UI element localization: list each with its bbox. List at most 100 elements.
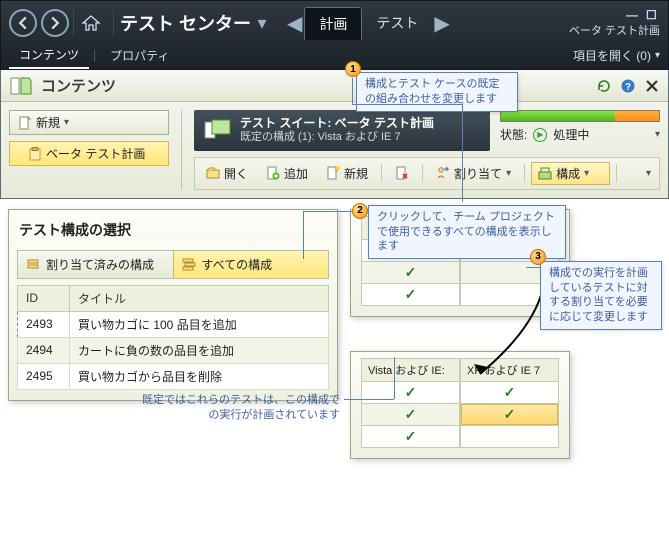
callout-1-text: 構成とテスト ケースの既定の組み合わせを変更します (365, 78, 500, 105)
dialog-title: テスト構成の選択 (19, 220, 329, 240)
panel-title: コンテンツ (41, 75, 116, 96)
table-row[interactable]: 2494 カートに負の数の品目を追加 (18, 337, 329, 363)
matrix-cell[interactable] (460, 426, 559, 448)
stack-icon (26, 257, 40, 271)
new-file-icon (18, 116, 32, 130)
tab-prev-icon[interactable]: ◀ (285, 11, 304, 36)
new-label: 新規 (344, 165, 368, 182)
suite-subtitle: 既定の構成 (1): Vista および IE 7 (240, 131, 434, 145)
suite-icon (204, 118, 232, 142)
config-button[interactable]: 構成 ▾ (531, 162, 610, 185)
callout-2-text: クリックして、チーム プロジェクトで使用できるすべての構成を表示します (377, 211, 555, 253)
maximize-button[interactable]: ☐ (646, 8, 660, 20)
cell-id: 2494 (18, 337, 70, 363)
refresh-icon[interactable] (596, 78, 612, 94)
matrix-cell[interactable]: ✓ (361, 404, 460, 426)
check-icon: ✓ (405, 264, 417, 281)
filter-all-label: すべての構成 (202, 256, 273, 273)
matrix-col-2[interactable]: XP および IE 7 (460, 358, 559, 382)
tab-next-icon[interactable]: ▶ (432, 11, 451, 36)
minimize-button[interactable]: — (626, 8, 640, 20)
callout-badge-3: 3 (530, 249, 546, 265)
play-icon: ▶ (533, 128, 547, 142)
nav-forward-button[interactable] (41, 9, 69, 37)
callout-badge-1: 1 (345, 61, 361, 77)
filter-all-tab[interactable]: すべての構成 (173, 251, 329, 278)
cell-title: カートに負の数の品目を追加 (70, 337, 329, 363)
toolbar-overflow-icon[interactable]: ▾ (642, 168, 655, 179)
filter-assigned-label: 割り当て済みの構成 (46, 256, 154, 273)
matrix-cell[interactable]: ✓ (361, 284, 460, 306)
subtab-contents[interactable]: コンテンツ (9, 42, 89, 69)
table-row[interactable]: 2495 買い物カゴから品目を削除 (18, 363, 329, 389)
config-icon (538, 166, 552, 180)
callout-3-text: 構成での実行を計画しているテストに対する割り当てを必要に応じて変更します (549, 267, 648, 324)
open-items-dropdown[interactable]: 項目を開く (0) ▾ (573, 47, 660, 64)
assign-button[interactable]: 割り当て ▾ (429, 162, 518, 185)
new-suite-label: 新規 (36, 114, 60, 131)
suite-panel: テスト スイート: ベータ テスト計画 既定の構成 (1): Vista および… (194, 110, 660, 190)
status-dropdown-icon[interactable]: ▾ (655, 129, 660, 140)
document-icon (9, 75, 33, 97)
config-label: 構成 (556, 165, 580, 182)
contents-panel: コンテンツ ? 新規 ▾ ベータ テスト計画 テ (0, 70, 669, 199)
new-button[interactable]: 新規 (319, 162, 375, 185)
col-title[interactable]: タイトル (70, 285, 329, 311)
open-items-label: 項目を開く (0) (573, 47, 651, 64)
callout-badge-2: 2 (352, 203, 368, 219)
matrix-col-1[interactable]: Vista および IE: (361, 358, 460, 382)
col-id[interactable]: ID (18, 285, 70, 311)
clipboard-icon (28, 147, 42, 161)
suite-title: テスト スイート: ベータ テスト計画 (240, 116, 434, 131)
callout-4-text: 既定ではこれらのテストは、この構成での実行が計画されています (142, 394, 340, 421)
help-icon[interactable]: ? (620, 78, 636, 94)
check-icon: ✓ (405, 428, 417, 445)
open-icon (206, 166, 220, 180)
config-table: ID タイトル 2493 買い物カゴに 100 品目を追加 2494 カートに負… (17, 285, 329, 390)
matrix-cell[interactable]: ✓ (361, 426, 460, 448)
status-value[interactable]: 処理中 (553, 126, 649, 143)
tree-item-label: ベータ テスト計画 (46, 145, 145, 162)
app-chrome: テスト センター ▾ ◀ 計画 テスト ▶ — ☐ ベータ テスト計画 コンテン… (0, 0, 669, 70)
callout-4: 既定ではこれらのテストは、この構成での実行が計画されています (142, 393, 340, 423)
new-icon (326, 166, 340, 180)
open-label: 開く (224, 165, 248, 182)
matrix-cell[interactable]: ✓ (361, 382, 460, 404)
filter-assigned-tab[interactable]: 割り当て済みの構成 (18, 251, 173, 278)
nav-tab-plan[interactable]: 計画 (304, 7, 362, 40)
window-controls: — ☐ ベータ テスト計画 (569, 8, 660, 38)
chevron-down-icon[interactable]: ▾ (251, 13, 273, 34)
status-label: 状態: (500, 126, 527, 143)
delete-button[interactable] (388, 163, 416, 183)
config-selection-dialog: テスト構成の選択 割り当て済みの構成 すべての構成 ID タイトル 2493 買… (8, 209, 338, 401)
check-icon: ✓ (461, 404, 558, 425)
nav-back-button[interactable] (9, 9, 37, 37)
assign-icon (436, 166, 450, 180)
cell-id: 2493 (18, 311, 70, 337)
plan-name-label: ベータ テスト計画 (569, 22, 660, 38)
suite-toolbar: 開く 追加 新規 割り当て ▾ (194, 157, 660, 190)
home-button[interactable] (73, 9, 101, 37)
close-icon[interactable] (644, 78, 660, 94)
callout-1: 構成とテスト ケースの既定の組み合わせを変更します (356, 72, 518, 112)
tree-panel: 新規 ▾ ベータ テスト計画 (9, 110, 169, 166)
add-label: 追加 (284, 165, 308, 182)
delete-icon (395, 166, 409, 180)
tree-item-plan[interactable]: ベータ テスト計画 (9, 141, 169, 166)
open-button[interactable]: 開く (199, 162, 255, 185)
check-icon: ✓ (405, 406, 417, 423)
subtab-properties[interactable]: プロパティ (100, 43, 179, 68)
stack-all-icon (182, 257, 196, 271)
matrix-bottom: Vista および IE: XP および IE 7 ✓✓✓✓✓ (350, 351, 570, 459)
new-suite-button[interactable]: 新規 ▾ (9, 110, 169, 135)
matrix-cell[interactable]: ✓ (460, 404, 559, 426)
table-row[interactable]: 2493 買い物カゴに 100 品目を追加 (18, 311, 329, 337)
cell-id: 2495 (18, 363, 70, 389)
nav-tab-test[interactable]: テスト (362, 7, 432, 39)
check-icon: ✓ (405, 384, 417, 401)
matrix-cell[interactable]: ✓ (361, 262, 460, 284)
check-icon: ✓ (405, 286, 417, 303)
add-button[interactable]: 追加 (259, 162, 315, 185)
callout-3: 構成での実行を計画しているテストに対する割り当てを必要に応じて変更します (540, 261, 662, 330)
matrix-cell[interactable]: ✓ (460, 382, 559, 404)
